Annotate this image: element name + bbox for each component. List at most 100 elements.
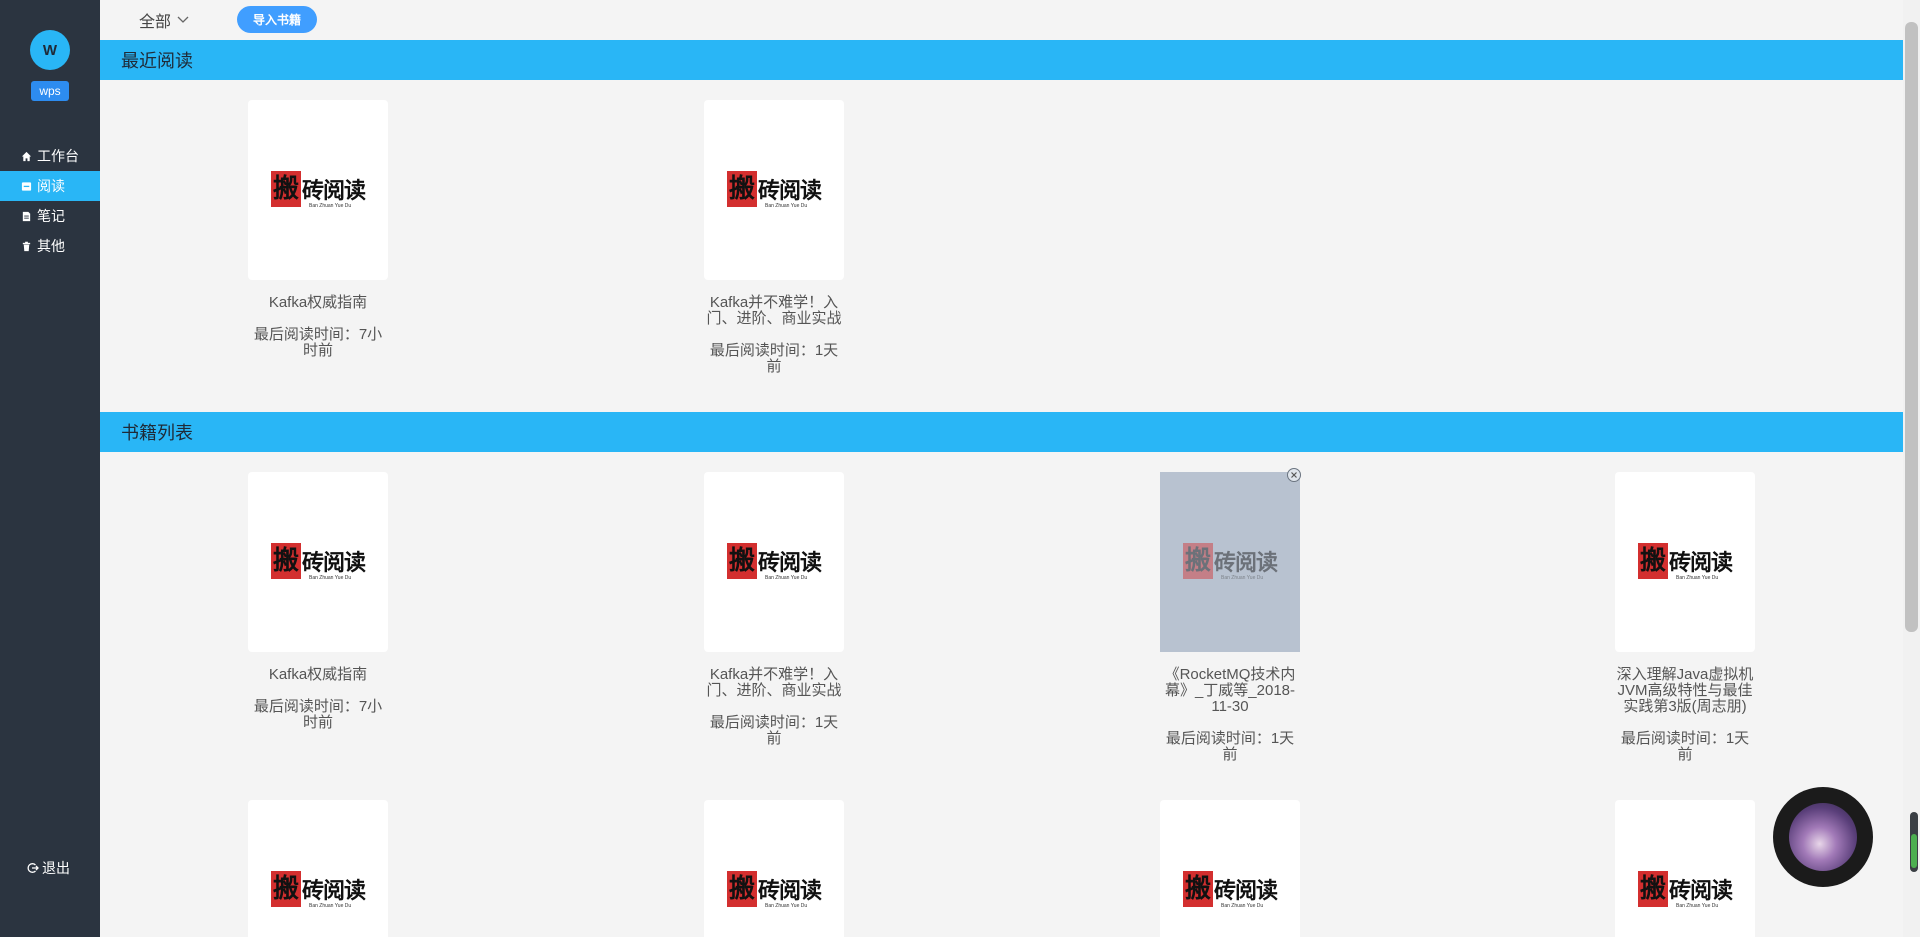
book-last-read-time: 最后阅读时间：1天前 <box>1620 730 1750 763</box>
brand-logo: 搬砖阅读 Ban Zhuan Yue Du <box>270 543 366 581</box>
recent-book-card[interactable]: 搬砖阅读 Ban Zhuan Yue Du Kafka并不难学！入门、进阶、商业实… <box>704 100 844 375</box>
sidebar-item-label: 笔记 <box>37 208 65 224</box>
brand-logo: 搬砖阅读 Ban Zhuan Yue Du <box>1637 543 1733 581</box>
category-filter-dropdown[interactable]: 全部 <box>139 8 189 32</box>
logo-subtitle: Ban Zhuan Yue Du <box>764 203 808 209</box>
library-book-card[interactable]: 搬砖阅读 Ban Zhuan Yue Du <box>248 800 388 937</box>
book-cover[interactable]: 搬砖阅读 Ban Zhuan Yue Du <box>248 800 388 937</box>
library-book-card[interactable]: 搬砖阅读 Ban Zhuan Yue Du <box>1615 800 1755 937</box>
book-cover[interactable]: 搬砖阅读 Ban Zhuan Yue Du <box>704 100 844 280</box>
logo-text: 砖阅读 <box>301 178 366 204</box>
brand-logo: 搬砖阅读 Ban Zhuan Yue Du <box>1637 871 1733 909</box>
import-books-button[interactable]: 导入书籍 <box>237 6 317 33</box>
sidebar-item-notes[interactable]: 笔记 <box>0 201 100 231</box>
logo-subtitle: Ban Zhuan Yue Du <box>764 903 808 909</box>
brand-logo: 搬砖阅读 Ban Zhuan Yue Du <box>1182 871 1278 909</box>
page-scrollbar[interactable] <box>1903 0 1920 937</box>
book-cover[interactable]: 搬砖阅读 Ban Zhuan Yue Du <box>704 800 844 937</box>
logo-subtitle: Ban Zhuan Yue Du <box>1220 575 1264 581</box>
book-title: Kafka权威指南 <box>268 294 368 311</box>
logo-text: 砖阅读 <box>301 550 366 576</box>
logo-text: 砖阅读 <box>1213 878 1278 904</box>
floating-assistant-button[interactable] <box>1773 787 1873 887</box>
logo-seal: 搬 <box>726 171 757 207</box>
book-title: 《RocketMQ技术内幕》_丁威等_2018-11-30 <box>1164 666 1296 715</box>
logo-seal: 搬 <box>1637 871 1668 907</box>
home-icon <box>20 150 32 162</box>
logo-subtitle: Ban Zhuan Yue Du <box>1675 575 1719 581</box>
sidebar-nav: 工作台 阅读 笔记 其他 <box>0 141 100 261</box>
book-cover[interactable]: 搬砖阅读 Ban Zhuan Yue Du <box>248 100 388 280</box>
sidebar-item-workbench[interactable]: 工作台 <box>0 141 100 171</box>
assistant-avatar-image <box>1789 803 1857 871</box>
trash-icon <box>20 240 32 252</box>
brand-logo: 搬砖阅读 Ban Zhuan Yue Du <box>270 171 366 209</box>
brand-logo: 搬砖阅读 Ban Zhuan Yue Du <box>270 871 366 909</box>
logo-text: 砖阅读 <box>301 878 366 904</box>
book-title: Kafka并不难学！入门、进阶、商业实战 <box>706 294 842 327</box>
book-last-read-time: 最后阅读时间：1天前 <box>709 714 839 747</box>
brand-logo: 搬砖阅读 Ban Zhuan Yue Du <box>726 171 822 209</box>
book-last-read-time: 最后阅读时间：7小时前 <box>253 326 383 359</box>
library-book-card[interactable]: 搬砖阅读 Ban Zhuan Yue Du Kafka权威指南 最后阅读时间：7小… <box>248 472 388 731</box>
book-cover[interactable]: 搬砖阅读 Ban Zhuan Yue Du <box>1615 800 1755 937</box>
logo-subtitle: Ban Zhuan Yue Du <box>308 903 352 909</box>
library-book-card[interactable]: 搬砖阅读 Ban Zhuan Yue Du 《RocketMQ技术内幕》_丁威等_… <box>1160 468 1301 763</box>
book-title: Kafka权威指南 <box>268 666 368 683</box>
recent-reading-header: 最近阅读 <box>100 40 1904 80</box>
scroll-progress-fill <box>1911 834 1917 868</box>
logo-seal: 搬 <box>1637 543 1668 579</box>
brand-logo: 搬砖阅读 Ban Zhuan Yue Du <box>726 871 822 909</box>
logo-seal: 搬 <box>1182 871 1213 907</box>
book-last-read-time: 最后阅读时间：1天前 <box>709 342 839 375</box>
book-cover[interactable]: 搬砖阅读 Ban Zhuan Yue Du <box>1160 800 1300 937</box>
close-icon[interactable] <box>1287 468 1301 482</box>
user-avatar[interactable]: W <box>30 30 70 70</box>
logo-text: 砖阅读 <box>757 550 822 576</box>
sidebar-item-label: 工作台 <box>37 148 79 164</box>
book-cover[interactable]: 搬砖阅读 Ban Zhuan Yue Du <box>1615 472 1755 652</box>
logo-seal: 搬 <box>270 871 301 907</box>
sidebar: W wps 工作台 阅读 笔记 其他 退出 <box>0 0 100 937</box>
logout-icon <box>27 862 39 874</box>
book-title: Kafka并不难学！入门、进阶、商业实战 <box>706 666 842 699</box>
logo-seal: 搬 <box>270 171 301 207</box>
library-book-card[interactable]: 搬砖阅读 Ban Zhuan Yue Du <box>704 800 844 937</box>
user-name-badge: wps <box>31 81 69 101</box>
logo-subtitle: Ban Zhuan Yue Du <box>308 575 352 581</box>
note-icon <box>20 210 32 222</box>
logo-text: 砖阅读 <box>1213 550 1278 576</box>
sidebar-item-label: 其他 <box>37 238 65 254</box>
book-cover[interactable]: 搬砖阅读 Ban Zhuan Yue Du <box>1160 468 1301 652</box>
sidebar-item-other[interactable]: 其他 <box>0 231 100 261</box>
logo-text: 砖阅读 <box>757 178 822 204</box>
logo-text: 砖阅读 <box>1668 550 1733 576</box>
library-book-card[interactable]: 搬砖阅读 Ban Zhuan Yue Du 深入理解Java虚拟机JVM高级特性与… <box>1615 472 1755 763</box>
sidebar-item-label: 阅读 <box>37 178 65 194</box>
library-book-card[interactable]: 搬砖阅读 Ban Zhuan Yue Du <box>1160 800 1300 937</box>
logo-text: 砖阅读 <box>757 878 822 904</box>
brand-logo: 搬砖阅读 Ban Zhuan Yue Du <box>726 543 822 581</box>
logo-subtitle: Ban Zhuan Yue Du <box>764 575 808 581</box>
sidebar-item-reading[interactable]: 阅读 <box>0 171 100 201</box>
logo-text: 砖阅读 <box>1668 878 1733 904</box>
logo-subtitle: Ban Zhuan Yue Du <box>1675 903 1719 909</box>
library-book-card[interactable]: 搬砖阅读 Ban Zhuan Yue Du Kafka并不难学！入门、进阶、商业实… <box>704 472 844 747</box>
book-cover[interactable]: 搬砖阅读 Ban Zhuan Yue Du <box>248 472 388 652</box>
book-title: 深入理解Java虚拟机JVM高级特性与最佳实践第3版(周志朋) <box>1616 666 1754 715</box>
book-cover[interactable]: 搬砖阅读 Ban Zhuan Yue Du <box>704 472 844 652</box>
logo-seal: 搬 <box>726 543 757 579</box>
logo-seal: 搬 <box>1182 543 1213 579</box>
scrollbar-thumb[interactable] <box>1905 22 1918 632</box>
logo-seal: 搬 <box>726 871 757 907</box>
book-icon <box>20 180 32 192</box>
recent-book-card[interactable]: 搬砖阅读 Ban Zhuan Yue Du Kafka权威指南 最后阅读时间：7小… <box>248 100 388 359</box>
book-last-read-time: 最后阅读时间：1天前 <box>1165 730 1295 763</box>
logout-button[interactable]: 退出 <box>27 858 70 878</box>
chevron-down-icon <box>177 16 189 23</box>
book-list-header: 书籍列表 <box>100 412 1904 452</box>
logo-subtitle: Ban Zhuan Yue Du <box>308 203 352 209</box>
filter-label: 全部 <box>139 14 172 31</box>
logo-seal: 搬 <box>270 543 301 579</box>
brand-logo: 搬砖阅读 Ban Zhuan Yue Du <box>1182 543 1278 581</box>
